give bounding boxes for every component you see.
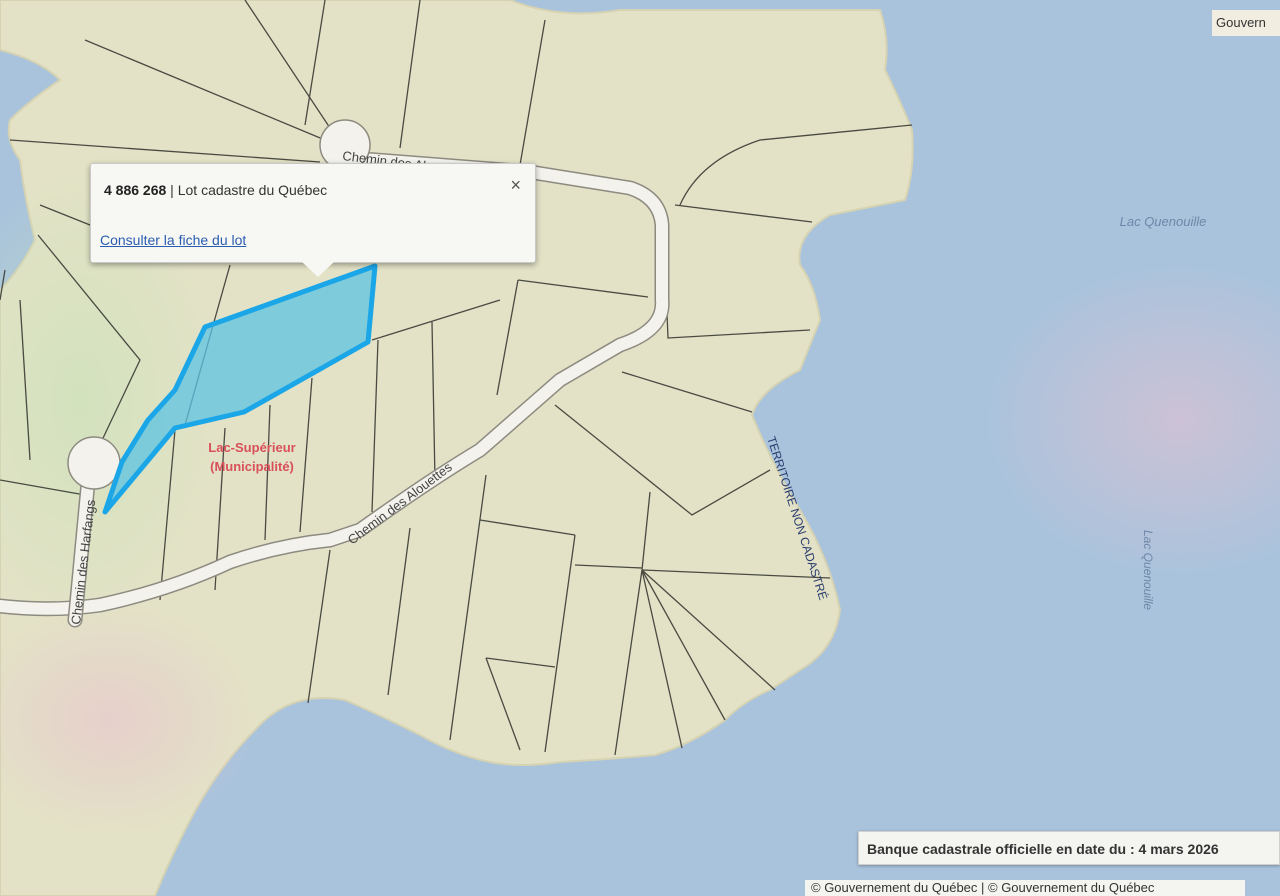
lot-details-link[interactable]: Consulter la fiche du lot — [100, 232, 246, 248]
cadastral-map[interactable]: Chemin des Alouettes Chemin des Harfangs… — [0, 0, 1280, 896]
popup-separator: | — [166, 182, 178, 198]
lake-label-quenouille-vertical: Lac Quenouille — [1141, 530, 1155, 610]
lot-type: Lot cadastre du Québec — [177, 182, 328, 198]
municipality-label-type: (Municipalité) — [210, 459, 294, 474]
copyright-attribution: © Gouvernement du Québec | © Gouvernemen… — [805, 880, 1245, 896]
popup-tail — [301, 261, 335, 277]
close-icon[interactable]: × — [510, 176, 521, 194]
government-badge: Gouvern — [1212, 10, 1280, 36]
cadastre-date-banner: Banque cadastrale officielle en date du … — [858, 831, 1280, 865]
municipality-label-name: Lac-Supérieur — [208, 440, 295, 455]
lake-label-quenouille: Lac Quenouille — [1120, 214, 1207, 229]
popup-title: 4 886 268 | Lot cadastre du Québec — [104, 182, 327, 198]
lot-popup: 4 886 268 | Lot cadastre du Québec × Con… — [90, 163, 536, 277]
lot-number: 4 886 268 — [104, 182, 167, 198]
